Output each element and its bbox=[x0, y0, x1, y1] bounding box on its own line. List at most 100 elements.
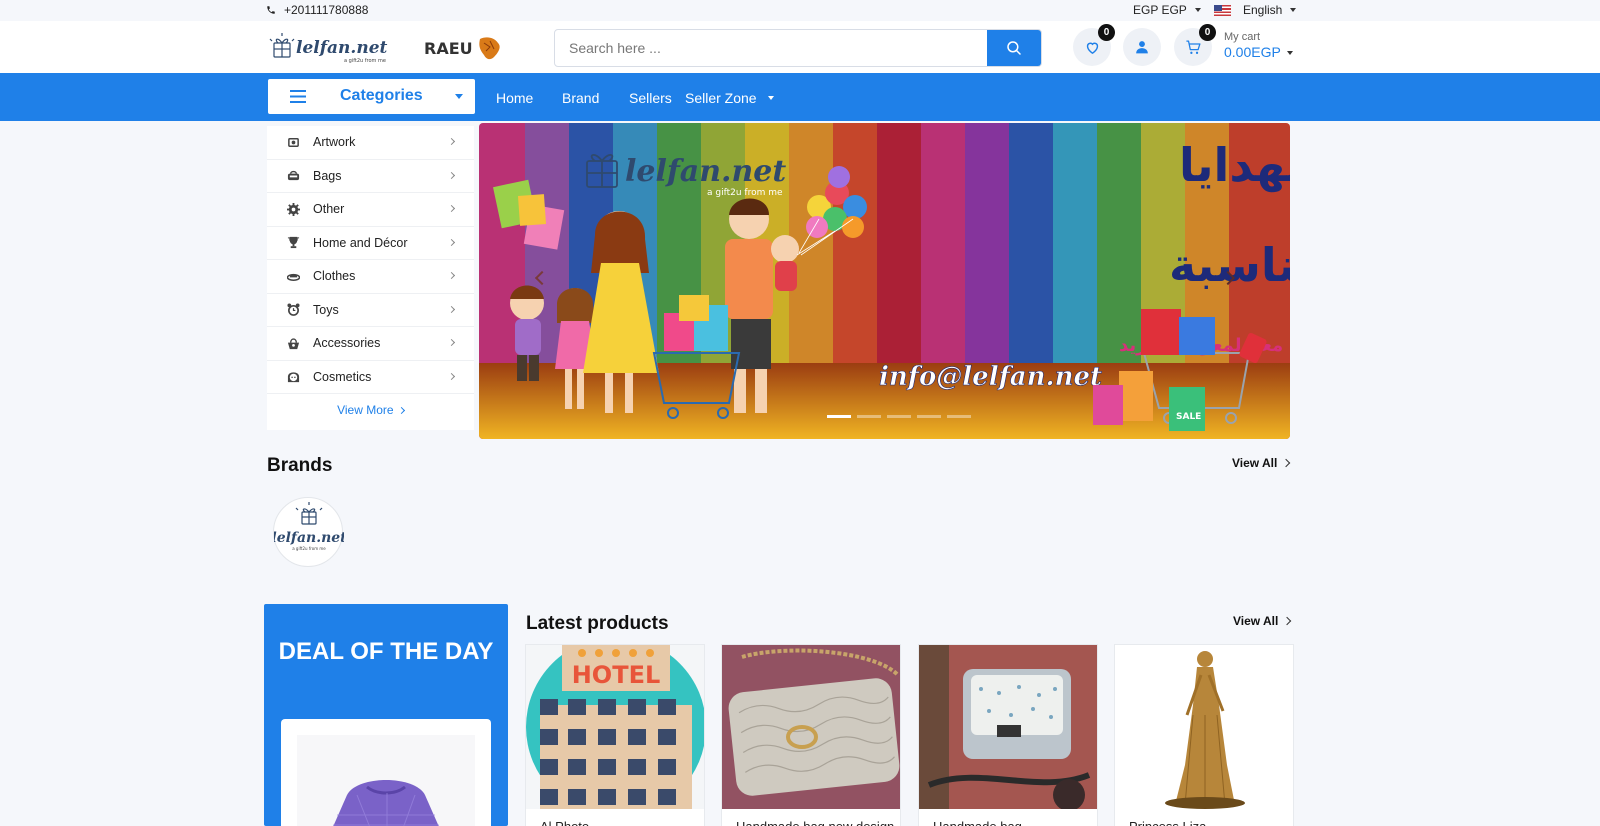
language-label: English bbox=[1243, 3, 1283, 17]
product-card[interactable]: Princess Liza bbox=[1114, 644, 1294, 826]
categories-dropdown-button[interactable]: Categories bbox=[268, 79, 475, 114]
chevron-right-icon bbox=[447, 238, 456, 246]
wishlist-button[interactable]: 0 bbox=[1073, 24, 1115, 66]
category-item-artwork[interactable]: Artwork bbox=[267, 126, 474, 160]
product-name: Al Photo bbox=[526, 809, 704, 826]
category-item-accessories[interactable]: Accessories bbox=[267, 327, 474, 361]
hero-banner[interactable]: lelfan.net a gift2u from me كل انواع اله… bbox=[479, 123, 1290, 439]
category-item-clothes[interactable]: Clothes bbox=[267, 260, 474, 294]
nav-sellers[interactable]: Sellers bbox=[629, 90, 672, 106]
phone-number: +201111780888 bbox=[284, 3, 369, 17]
search-icon bbox=[1007, 41, 1021, 55]
banner-dots bbox=[827, 415, 971, 418]
account-button[interactable] bbox=[1123, 28, 1161, 66]
view-all-label: View All bbox=[1233, 614, 1279, 628]
alarm-icon bbox=[286, 303, 300, 317]
banner-logo-tagline: a gift2u from me bbox=[707, 188, 783, 198]
slide-dot[interactable] bbox=[827, 415, 851, 418]
wishlist-count-badge: 0 bbox=[1098, 24, 1115, 41]
main-nav: Categories Home Brand Sellers Seller Zon… bbox=[0, 73, 1600, 121]
raeu-text: RAEU bbox=[424, 39, 473, 58]
search-input[interactable] bbox=[555, 30, 987, 66]
brands-heading: Brands bbox=[267, 455, 333, 476]
bag-icon bbox=[286, 169, 300, 183]
chevron-right-icon bbox=[447, 204, 456, 213]
menu-icon bbox=[290, 90, 306, 103]
slide-dot[interactable] bbox=[947, 415, 971, 418]
language-selector[interactable]: English bbox=[1214, 3, 1297, 17]
site-logo[interactable]: lelfan.net a gift2u from me bbox=[268, 31, 404, 65]
trophy-icon bbox=[286, 236, 300, 250]
cart-label: My cart bbox=[1224, 31, 1261, 43]
category-item-cosmetics[interactable]: Cosmetics bbox=[267, 361, 474, 394]
nav-brand[interactable]: Brand bbox=[562, 90, 599, 106]
heart-icon bbox=[1086, 42, 1098, 54]
product-card[interactable]: Handmade bag bbox=[918, 644, 1098, 826]
chevron-down-icon[interactable] bbox=[768, 96, 774, 100]
chevron-right-icon bbox=[1282, 458, 1291, 468]
latest-products-heading: Latest products bbox=[526, 613, 669, 634]
category-label: Artwork bbox=[313, 135, 356, 150]
banner-headline-2: لكل مناسبة bbox=[1169, 238, 1290, 292]
category-item-toys[interactable]: Toys bbox=[267, 294, 474, 327]
product-card[interactable]: HOTEL Al Photo bbox=[525, 644, 705, 826]
category-label: Cosmetics bbox=[313, 369, 372, 384]
category-label: Home and Décor bbox=[313, 235, 408, 250]
view-more-categories-link[interactable]: View More bbox=[267, 394, 474, 417]
face-icon bbox=[286, 370, 300, 384]
logo-text: lelfan.net bbox=[296, 38, 388, 58]
nav-home[interactable]: Home bbox=[496, 90, 533, 106]
phone-contact[interactable]: +201111780888 bbox=[266, 3, 368, 17]
category-item-bags[interactable]: Bags bbox=[267, 160, 474, 193]
search-button[interactable] bbox=[987, 30, 1041, 66]
slide-dot[interactable] bbox=[917, 415, 941, 418]
brand-logo-tagline: a gift2u from me bbox=[292, 546, 326, 551]
chevron-right-icon bbox=[447, 338, 456, 347]
banner-logo-text: lelfan.net bbox=[625, 154, 786, 189]
deal-product-image bbox=[297, 735, 475, 826]
cart-count-badge: 0 bbox=[1199, 24, 1216, 41]
banner-image: lelfan.net a gift2u from me كل انواع اله… bbox=[479, 123, 1290, 439]
chevron-right-icon bbox=[447, 271, 456, 280]
banner-email: info@lelfan.net bbox=[879, 362, 1102, 392]
view-more-label: View More bbox=[337, 403, 394, 417]
user-icon bbox=[1136, 41, 1148, 54]
top-bar: +201111780888 EGP EGP English bbox=[0, 0, 1600, 21]
category-label: Toys bbox=[313, 302, 339, 317]
chevron-right-icon bbox=[447, 171, 456, 179]
product-image: HOTEL bbox=[526, 645, 704, 809]
currency-selector[interactable]: EGP EGP bbox=[1133, 3, 1201, 17]
brands-view-all-link[interactable]: View All bbox=[1232, 456, 1291, 470]
chevron-right-icon bbox=[1283, 616, 1292, 626]
cart-summary[interactable]: My cart 0.00EGP bbox=[1224, 31, 1293, 60]
search-bar bbox=[554, 29, 1042, 67]
deal-product-card[interactable] bbox=[281, 719, 491, 826]
cart-amount: 0.00EGP bbox=[1224, 44, 1281, 61]
banner-sale-tag: SALE bbox=[1176, 412, 1201, 422]
cart-button[interactable]: 0 bbox=[1174, 24, 1216, 66]
product-name: Princess Liza bbox=[1115, 809, 1293, 826]
brand-logo-image: lelfan.net a gift2u from me bbox=[271, 502, 347, 551]
site-header: lelfan.net a gift2u from me RAEU 0 0 My … bbox=[0, 21, 1600, 73]
hotel-sign-text: HOTEL bbox=[572, 661, 661, 689]
cart-icon bbox=[1185, 39, 1201, 54]
view-all-label: View All bbox=[1232, 456, 1278, 470]
product-image bbox=[919, 645, 1097, 809]
raeu-logo[interactable]: RAEU bbox=[424, 33, 506, 63]
chevron-right-icon bbox=[397, 406, 405, 415]
category-label: Other bbox=[313, 202, 345, 217]
categories-label: Categories bbox=[340, 87, 423, 104]
slide-dot[interactable] bbox=[887, 415, 911, 418]
chevron-right-icon bbox=[447, 372, 456, 380]
product-image bbox=[1115, 645, 1293, 809]
product-name: Handmade bag bbox=[919, 809, 1097, 826]
product-card[interactable]: Handmade bag new design bbox=[721, 644, 901, 826]
category-item-other[interactable]: Other bbox=[267, 193, 474, 227]
gear-icon bbox=[286, 202, 300, 216]
nav-seller-zone[interactable]: Seller Zone bbox=[685, 90, 757, 106]
slide-dot[interactable] bbox=[857, 415, 881, 418]
brand-logo-lelfan[interactable]: lelfan.net a gift2u from me bbox=[271, 497, 347, 567]
basket-icon bbox=[286, 336, 300, 350]
latest-view-all-link[interactable]: View All bbox=[1233, 614, 1292, 628]
category-item-home-decor[interactable]: Home and Décor bbox=[267, 227, 474, 260]
